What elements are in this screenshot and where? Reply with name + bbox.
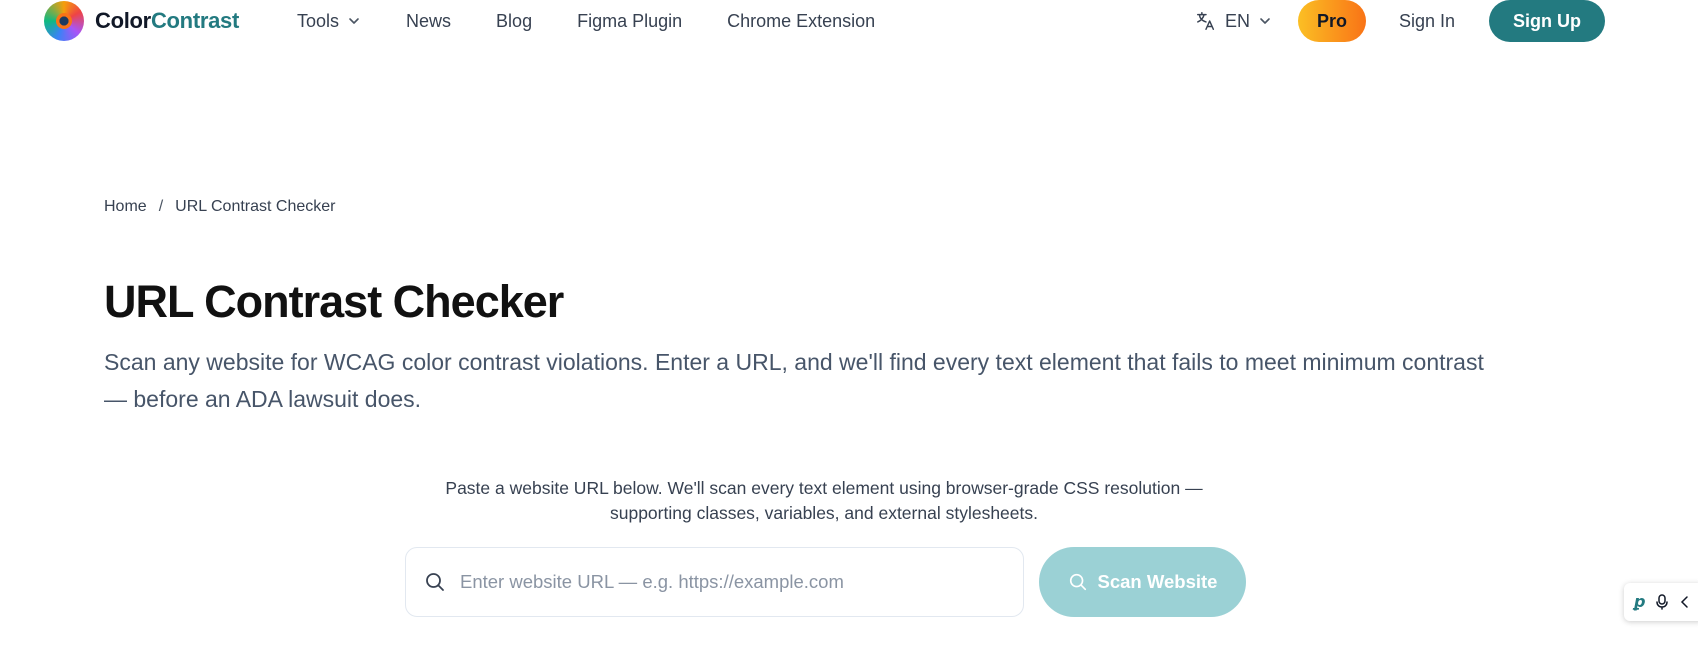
nav-item-chrome-extension[interactable]: Chrome Extension	[727, 11, 875, 32]
nav-item-tools-label: Tools	[297, 10, 340, 31]
logo-text-part1: Color	[95, 8, 151, 33]
breadcrumb-separator: /	[158, 198, 164, 215]
page-subtitle: Scan any website for WCAG color contrast…	[104, 349, 1484, 412]
logo-text: ColorContrast	[95, 8, 239, 34]
logo-text-part2: Contrast	[150, 8, 240, 33]
floating-widget[interactable]: ꝑ	[1624, 583, 1698, 621]
nav-item-figma-plugin[interactable]: Figma Plugin	[577, 11, 682, 32]
chevron-left-icon[interactable]	[1679, 595, 1689, 609]
p-logo-icon: ꝑ	[1634, 594, 1646, 611]
scan-website-button[interactable]: Scan Website	[1039, 547, 1246, 617]
sign-in-link[interactable]: Sign In	[1399, 0, 1455, 42]
scan-hint: Paste a website URL below. We'll scan ev…	[445, 478, 1203, 523]
search-icon	[426, 573, 444, 591]
breadcrumb-home[interactable]: Home	[104, 198, 147, 216]
nav-item-blog[interactable]: Blog	[496, 11, 532, 32]
logo-mark-icon	[44, 1, 84, 41]
nav-item-tools[interactable]: Tools	[297, 11, 361, 32]
search-icon	[1069, 573, 1086, 591]
chevron-down-icon	[349, 18, 359, 24]
translate-icon	[1197, 12, 1215, 30]
breadcrumb: Home / URL Contrast Checker	[104, 198, 336, 216]
chevron-down-icon	[1260, 18, 1270, 24]
language-selector[interactable]: EN	[1195, 0, 1272, 42]
main-nav: Tools News Blog Figma Plugin Chrome Exte…	[297, 0, 920, 42]
scan-website-label: Scan Website	[1097, 571, 1218, 592]
language-label: EN	[1225, 10, 1251, 31]
sign-up-button[interactable]: Sign Up	[1489, 0, 1605, 42]
logo[interactable]: ColorContrast	[44, 0, 239, 42]
pro-button[interactable]: Pro	[1298, 0, 1366, 42]
url-search-box	[405, 547, 1024, 617]
breadcrumb-current: URL Contrast Checker	[175, 198, 336, 215]
site-header: ColorContrast Tools News Blog Figma Plug…	[0, 0, 1698, 44]
nav-item-news[interactable]: News	[406, 11, 451, 32]
microphone-icon[interactable]	[1655, 594, 1669, 610]
page-title: URL Contrast Checker	[104, 276, 564, 327]
url-input[interactable]	[460, 571, 1000, 593]
